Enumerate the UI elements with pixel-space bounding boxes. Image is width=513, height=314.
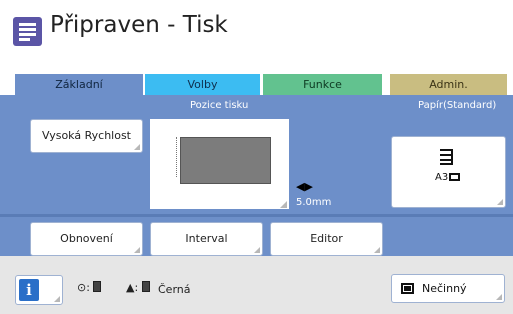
print-position-preview[interactable] [150, 119, 289, 209]
info-button[interactable]: i [15, 275, 63, 305]
editor-button[interactable]: Editor [270, 222, 383, 256]
tab-zakladni[interactable]: Základní [15, 74, 143, 96]
print-position-label: Pozice tisku [190, 100, 249, 111]
landscape-paper-icon [449, 173, 461, 181]
editor-label: Editor [310, 232, 343, 245]
master-roll-icon: ⊙ [77, 281, 87, 294]
position-guide-line [176, 137, 177, 177]
info-icon: i [19, 279, 39, 301]
position-offset-value: 5.0mm [296, 197, 332, 208]
left-right-arrows-icon: ◀▶ [296, 180, 313, 193]
document-list-icon [13, 17, 42, 46]
paper-size-label: A3 [435, 172, 449, 183]
interval-button[interactable]: Interval [150, 222, 263, 256]
ink-status: ▲: [126, 281, 150, 294]
refresh-label: Obnovení [60, 232, 113, 245]
title-bar: Připraven - Tisk [0, 0, 513, 58]
interval-label: Interval [185, 232, 228, 245]
master-status: ⊙: [77, 281, 102, 294]
refresh-button[interactable]: Obnovení [30, 222, 143, 256]
tab-admin[interactable]: Admin. [390, 74, 507, 96]
preview-corner-marker [280, 201, 287, 208]
idle-button[interactable]: Nečinný [391, 274, 505, 303]
high-speed-button[interactable]: Vysoká Rychlost [30, 119, 143, 153]
print-area-sheet [180, 137, 271, 184]
panel-divider [0, 214, 513, 217]
idle-label: Nečinný [422, 282, 467, 295]
page-title: Připraven - Tisk [50, 12, 228, 38]
tab-funkce[interactable]: Funkce [263, 74, 382, 96]
paper-tray-icon [440, 149, 453, 165]
master-level-meter [93, 281, 102, 292]
high-speed-label: Vysoká Rychlost [41, 129, 131, 142]
monitor-icon [401, 283, 414, 294]
paper-label: Papír(Standard) [418, 100, 497, 111]
ink-color-label: Černá [158, 283, 191, 296]
paper-button[interactable]: A3 [391, 136, 506, 208]
tab-volby[interactable]: Volby [145, 74, 260, 96]
ink-level-meter [141, 281, 150, 292]
